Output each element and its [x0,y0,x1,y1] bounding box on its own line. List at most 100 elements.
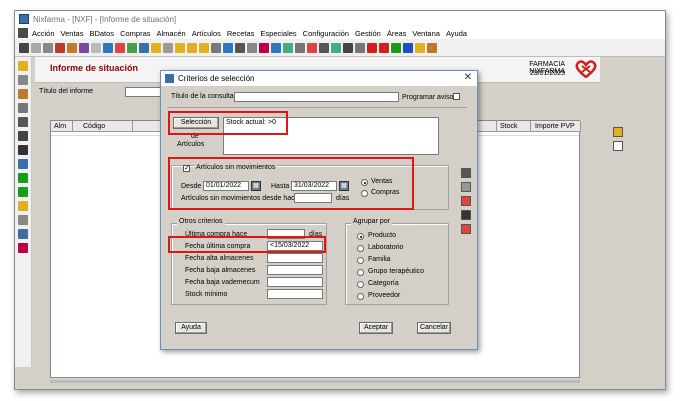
fecha-baja-alm-label: Fecha baja almacenes [185,267,256,274]
agrupar-grupo-label: Grupo terapéutico [368,268,425,275]
copy-icon[interactable] [271,42,281,53]
printer-icon[interactable] [461,210,471,220]
target-icon[interactable] [461,196,471,206]
network-icon[interactable] [18,229,28,239]
menu-bdatos[interactable]: BDatos [89,29,114,38]
menu-ventas[interactable]: Ventas [61,29,84,38]
c-icon[interactable] [403,42,413,53]
delete-icon[interactable] [461,224,471,234]
fecha-alta-input[interactable] [267,253,323,263]
grid-icon[interactable] [18,103,28,113]
calendar-icon[interactable] [115,42,125,53]
filter-icon[interactable] [103,42,113,53]
agrupar-categoria-label: Categoría [368,280,399,287]
magnifier-icon[interactable] [247,42,257,53]
pen-icon[interactable] [18,131,28,141]
menu-articulos[interactable]: Artículos [192,29,221,38]
people-icon[interactable] [283,42,293,53]
window-icon[interactable] [18,159,28,169]
arrow-right-icon[interactable] [175,42,185,53]
stock-minimo-input[interactable] [267,289,323,299]
save-icon[interactable] [223,42,233,53]
box-icon[interactable] [67,42,77,53]
agrupar-laboratorio-radio[interactable] [357,245,364,252]
agrupar-proveedor-radio[interactable] [357,293,364,300]
arrow-both-icon[interactable] [199,42,209,53]
col-stock[interactable]: Stock [497,121,531,132]
plus-icon[interactable] [18,173,28,183]
save-icon[interactable] [461,168,471,178]
col-codigo[interactable]: Código [73,121,133,132]
building-icon[interactable] [427,42,437,53]
agrupar-grupo-radio[interactable] [357,269,364,276]
printer-icon[interactable] [19,42,29,53]
settings-icon[interactable] [259,42,269,53]
cart-icon[interactable] [343,42,353,53]
mdi-window-icon[interactable] [18,28,28,38]
agrupar-laboratorio-label: Laboratorio [368,244,404,251]
agrupar-categoria-radio[interactable] [357,281,364,288]
edit-icon[interactable] [43,42,53,53]
menu-ayuda[interactable]: Ayuda [446,29,467,38]
query-title-input[interactable] [234,92,399,102]
close-icon[interactable]: ✕ [464,72,472,83]
box-icon[interactable] [18,117,28,127]
d-icon[interactable] [379,42,389,53]
window-title: Nixfarma - [NXF] - [Informe de situación… [33,14,177,24]
wrench-icon[interactable] [295,42,305,53]
s-icon[interactable] [367,42,377,53]
document-icon[interactable] [18,75,28,85]
menu-especiales[interactable]: Especiales [260,29,296,38]
refresh-icon[interactable] [18,187,28,197]
list-icon[interactable] [127,42,137,53]
help-icon[interactable] [415,42,425,53]
agrupar-familia-label: Familia [368,256,391,263]
barcode-icon[interactable] [18,243,28,253]
home-icon[interactable] [307,42,317,53]
fecha-baja-vad-input[interactable] [267,277,323,287]
user-icon[interactable] [18,89,28,99]
fecha-baja-alm-input[interactable] [267,265,323,275]
agrupar-familia-radio[interactable] [357,257,364,264]
col-alm[interactable]: Alm [51,121,73,132]
aceptar-button[interactable]: Aceptar [359,322,393,334]
col-importe[interactable]: Importe PVP [531,121,581,132]
star-icon[interactable] [151,42,161,53]
dialog-titlebar: Criterios de selección ✕ [161,71,477,86]
agrupar-producto-radio[interactable] [357,233,364,240]
menu-ventana[interactable]: Ventana [412,29,440,38]
scale-icon[interactable] [18,145,28,155]
report-icon[interactable] [79,42,89,53]
arrow-left-icon[interactable] [187,42,197,53]
agrupar-label: Agrupar por [351,218,392,225]
page-icon[interactable] [613,141,623,151]
cancelar-button[interactable]: Cancelar [417,322,451,334]
menu-areas[interactable]: Áreas [387,29,407,38]
menu-gestion[interactable]: Gestión [355,29,381,38]
door-icon[interactable] [211,42,221,53]
folder-icon[interactable] [18,61,28,71]
document-icon[interactable] [31,42,41,53]
padlock-icon[interactable] [613,127,623,137]
sheet-icon[interactable] [139,42,149,53]
menu-almacen[interactable]: Almacén [157,29,186,38]
menu-compras[interactable]: Compras [120,29,150,38]
warning-icon[interactable] [18,201,28,211]
menu-accion[interactable]: Acción [32,29,55,38]
checklist-icon[interactable] [331,42,341,53]
wrench-icon[interactable] [461,182,471,192]
programar-aviso-checkbox[interactable] [453,93,460,100]
g-icon[interactable] [355,42,365,53]
left-toolbar [15,57,32,367]
t-icon[interactable] [391,42,401,53]
star-outline-icon[interactable] [163,42,173,53]
report-title-label: Título del informe [39,88,94,95]
menu-recetas[interactable]: Recetas [227,29,255,38]
person-icon[interactable] [18,215,28,225]
grid-icon[interactable] [91,42,101,53]
menu-configuracion[interactable]: Configuración [303,29,349,38]
window-icon[interactable] [319,42,329,53]
image-icon[interactable] [235,42,245,53]
ayuda-button[interactable]: Ayuda [175,322,207,334]
cash-icon[interactable] [55,42,65,53]
